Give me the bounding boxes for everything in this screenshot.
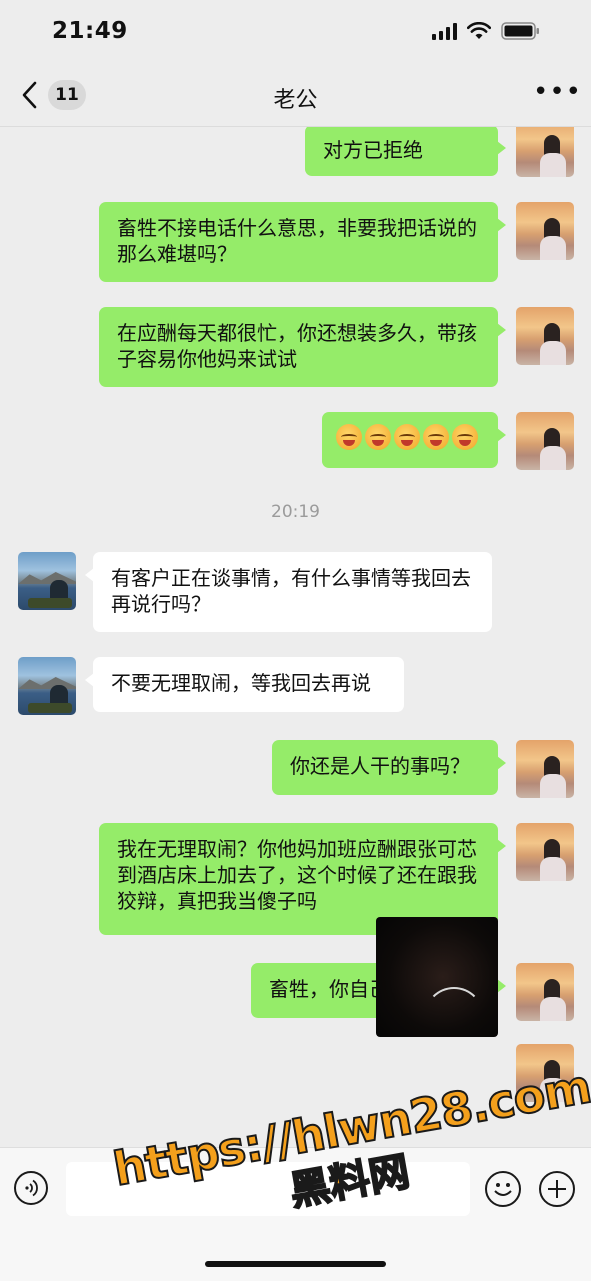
message-text: 对方已拒绝 xyxy=(323,138,423,162)
message-text: 有客户正在谈事情，有什么事情等我回去再说行吗？ xyxy=(111,566,471,616)
message-bubble[interactable]: 你还是人干的事吗？ xyxy=(272,740,506,795)
status-time: 21:49 xyxy=(52,18,128,44)
more-icon[interactable]: ••• xyxy=(533,79,581,106)
status-icons xyxy=(432,22,541,40)
face-with-tongue-emoji-icon xyxy=(336,424,362,450)
message-text: 我在无理取闹？你他妈加班应酬跟张可芯到酒店床上加去了，这个时候了还在跟我狡辩，真… xyxy=(117,837,477,913)
home-indicator[interactable] xyxy=(205,1261,386,1267)
face-with-tongue-emoji-icon xyxy=(452,424,478,450)
chat-title: 老公 xyxy=(273,88,318,113)
my-avatar[interactable] xyxy=(516,740,574,798)
face-with-tongue-emoji-icon xyxy=(423,424,449,450)
my-avatar[interactable] xyxy=(516,307,574,365)
message-list[interactable]: 对方已拒绝 畜牲不接电话什么意思，非要我把话说的那么难堪吗？ 在应酬每天都很忙，… xyxy=(0,127,591,1147)
face-with-tongue-emoji-icon xyxy=(394,424,420,450)
signal-icon xyxy=(432,22,457,40)
my-avatar[interactable] xyxy=(516,202,574,260)
plus-icon[interactable] xyxy=(539,1171,575,1207)
chat-header: 11 老公 ••• xyxy=(0,64,591,127)
message-text: 在应酬每天都很忙，你还想装多久，带孩子容易你他妈来试试 xyxy=(117,321,477,371)
message-bubble[interactable]: 畜牲不接电话什么意思，非要我把话说的那么难堪吗？ xyxy=(99,202,506,282)
battery-icon xyxy=(501,22,539,40)
my-avatar[interactable] xyxy=(516,1044,574,1102)
message-bubble[interactable]: 不要无理取闹，等我回去再说 xyxy=(85,657,404,712)
face-with-tongue-emoji-icon xyxy=(365,424,391,450)
my-avatar[interactable] xyxy=(516,127,574,177)
voice-icon[interactable] xyxy=(14,1171,48,1205)
video-message-thumbnail[interactable] xyxy=(376,917,498,1037)
message-bubble[interactable]: 在应酬每天都很忙，你还想装多久，带孩子容易你他妈来试试 xyxy=(99,307,506,387)
status-bar: 21:49 xyxy=(0,0,591,64)
wifi-icon xyxy=(467,22,491,39)
message-text: 你还是人干的事吗？ xyxy=(290,754,470,778)
my-avatar[interactable] xyxy=(516,412,574,470)
emoji-icon[interactable] xyxy=(485,1171,521,1207)
message-timestamp: 20:19 xyxy=(271,502,320,522)
message-bubble[interactable]: 有客户正在谈事情，有什么事情等我回去再说行吗？ xyxy=(85,552,492,632)
message-bubble-emoji[interactable] xyxy=(322,412,506,468)
message-text: 畜牲不接电话什么意思，非要我把话说的那么难堪吗？ xyxy=(117,216,477,266)
my-avatar[interactable] xyxy=(516,823,574,881)
contact-avatar[interactable] xyxy=(18,657,76,715)
contact-avatar[interactable] xyxy=(18,552,76,610)
message-input[interactable] xyxy=(66,1162,470,1216)
message-text: 不要无理取闹，等我回去再说 xyxy=(111,671,371,695)
message-bubble-call-rejected[interactable]: 对方已拒绝 xyxy=(305,127,506,176)
my-avatar[interactable] xyxy=(516,963,574,1021)
